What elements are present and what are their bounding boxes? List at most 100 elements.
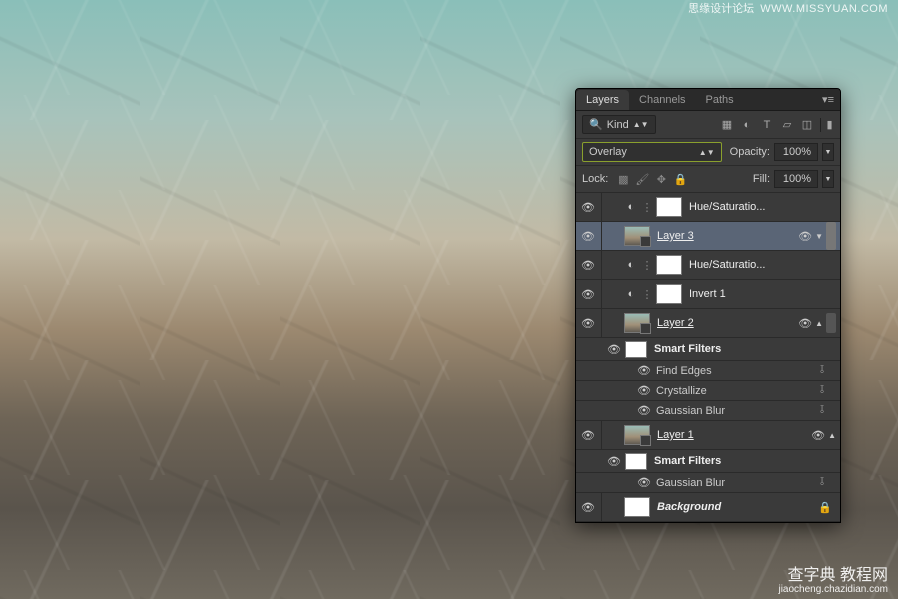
smart-filter-mask-thumb[interactable] <box>625 453 647 470</box>
tab-paths[interactable]: Paths <box>696 90 744 110</box>
layer-row[interactable]: 👁 ◐ ⋮ Hue/Saturatio... <box>576 251 840 280</box>
watermark-bottom-right: 查字典 教程网 jiaocheng.chazidian.com <box>778 568 888 595</box>
layer-thumb[interactable] <box>624 497 650 517</box>
visibility-toggle-icon[interactable]: 👁 <box>580 429 596 442</box>
scrollbar-track[interactable] <box>826 313 836 333</box>
mask-link-icon[interactable]: ⋮ <box>641 200 653 214</box>
layer-row[interactable]: 👁 Layer 3 👁▼ <box>576 222 840 251</box>
smart-filters-row[interactable]: 👁 Smart Filters <box>576 450 840 473</box>
adjustment-icon: ◐ <box>624 287 638 301</box>
fx-expand-icon[interactable]: ▲ <box>815 319 823 328</box>
filter-icons: ▦ ◐ T ▱ ◫ ▮ <box>720 118 834 132</box>
opacity-label: Opacity: <box>730 146 770 158</box>
layer-name[interactable]: Layer 2 <box>657 317 694 329</box>
visibility-toggle-icon[interactable]: 👁 <box>580 501 596 514</box>
smart-filters-label: Smart Filters <box>654 343 721 355</box>
visibility-toggle-icon[interactable]: 👁 <box>636 404 652 417</box>
smart-filters-row[interactable]: 👁 Smart Filters <box>576 338 840 361</box>
visibility-toggle-icon[interactable]: 👁 <box>580 259 596 272</box>
filter-edit-icon[interactable]: ⫱ <box>820 384 834 397</box>
filter-adjustment-icon[interactable]: ◐ <box>740 118 754 132</box>
filter-smart-icon[interactable]: ◫ <box>800 118 814 132</box>
adjustment-icon: ◐ <box>624 200 638 214</box>
visibility-toggle-icon[interactable]: 👁 <box>606 343 622 356</box>
filter-entry[interactable]: 👁 Gaussian Blur ⫱ <box>576 473 840 493</box>
panel-menu-icon[interactable]: ▾≡ <box>816 93 840 106</box>
dropdown-arrows-icon: ▲▼ <box>699 148 715 157</box>
filter-pixel-icon[interactable]: ▦ <box>720 118 734 132</box>
blend-mode-value: Overlay <box>589 146 627 158</box>
fill-label: Fill: <box>753 173 770 185</box>
adjustment-icon: ◐ <box>624 258 638 272</box>
filter-name: Crystallize <box>656 385 707 397</box>
visibility-toggle-icon[interactable]: 👁 <box>636 384 652 397</box>
lock-icon: 🔒 <box>818 501 832 514</box>
filter-shape-icon[interactable]: ▱ <box>780 118 794 132</box>
filter-entry[interactable]: 👁 Find Edges ⫱ <box>576 361 840 381</box>
visibility-toggle-icon[interactable]: 👁 <box>580 317 596 330</box>
layers-list: 👁 ◐ ⋮ Hue/Saturatio... 👁 Layer 3 👁▼ 👁 ◐ … <box>576 193 840 522</box>
tab-channels[interactable]: Channels <box>629 90 695 110</box>
search-icon: 🔍 <box>589 118 603 131</box>
fx-expand-icon[interactable]: ▲ <box>828 431 836 440</box>
layer-row[interactable]: 👁 Background 🔒 <box>576 493 840 522</box>
opacity-input[interactable]: 100% <box>774 143 818 161</box>
fill-stepper[interactable]: ▼ <box>822 170 834 188</box>
lock-pixels-icon[interactable]: 🖌 <box>635 172 649 186</box>
layer-mask-thumb[interactable] <box>656 197 682 217</box>
layer-name[interactable]: Layer 3 <box>657 230 694 242</box>
mask-link-icon[interactable]: ⋮ <box>641 287 653 301</box>
layer-row[interactable]: 👁 ◐ ⋮ Invert 1 <box>576 280 840 309</box>
opacity-stepper[interactable]: ▼ <box>822 143 834 161</box>
panel-tabs: Layers Channels Paths ▾≡ <box>576 89 840 111</box>
layer-row[interactable]: 👁 Layer 2 👁▲ <box>576 309 840 338</box>
fx-visibility-icon[interactable]: 👁 <box>811 429 825 442</box>
filter-type-icon[interactable]: T <box>760 118 774 132</box>
filter-edit-icon[interactable]: ⫱ <box>820 476 834 489</box>
filter-entry[interactable]: 👁 Gaussian Blur ⫱ <box>576 401 840 421</box>
layer-mask-thumb[interactable] <box>656 255 682 275</box>
lock-row: Lock: ▩ 🖌 ✥ 🔒 Fill: 100% ▼ <box>576 166 840 193</box>
fx-expand-icon[interactable]: ▼ <box>815 232 823 241</box>
fx-visibility-icon[interactable]: 👁 <box>798 317 812 330</box>
filter-edit-icon[interactable]: ⫱ <box>820 404 834 417</box>
layers-panel: Layers Channels Paths ▾≡ 🔍 Kind ▲▼ ▦ ◐ T… <box>575 88 841 523</box>
tab-layers[interactable]: Layers <box>576 90 629 110</box>
filter-name: Find Edges <box>656 365 712 377</box>
watermark-top-right: 思缘设计论坛 WWW.MISSYUAN.COM <box>688 4 888 15</box>
layer-name[interactable]: Hue/Saturatio... <box>689 259 765 271</box>
visibility-toggle-icon[interactable]: 👁 <box>636 476 652 489</box>
visibility-toggle-icon[interactable]: 👁 <box>636 364 652 377</box>
layer-name[interactable]: Background <box>657 501 721 513</box>
smart-filters-label: Smart Filters <box>654 455 721 467</box>
layer-name[interactable]: Invert 1 <box>689 288 726 300</box>
visibility-toggle-icon[interactable]: 👁 <box>606 455 622 468</box>
layer-thumb[interactable] <box>624 226 650 246</box>
mask-link-icon[interactable]: ⋮ <box>641 258 653 272</box>
filter-name: Gaussian Blur <box>656 477 725 489</box>
lock-transparent-icon[interactable]: ▩ <box>616 172 630 186</box>
visibility-toggle-icon[interactable]: 👁 <box>580 230 596 243</box>
visibility-toggle-icon[interactable]: 👁 <box>580 288 596 301</box>
filter-edit-icon[interactable]: ⫱ <box>820 364 834 377</box>
visibility-toggle-icon[interactable]: 👁 <box>580 201 596 214</box>
layer-thumb[interactable] <box>624 425 650 445</box>
scrollbar-thumb[interactable] <box>826 222 836 250</box>
blend-row: Overlay ▲▼ Opacity: 100% ▼ <box>576 139 840 166</box>
blend-mode-dropdown[interactable]: Overlay ▲▼ <box>582 142 722 162</box>
filter-toggle-icon[interactable]: ▮ <box>820 118 834 132</box>
layer-mask-thumb[interactable] <box>656 284 682 304</box>
layer-row[interactable]: 👁 ◐ ⋮ Hue/Saturatio... <box>576 193 840 222</box>
filter-entry[interactable]: 👁 Crystallize ⫱ <box>576 381 840 401</box>
dropdown-arrows-icon: ▲▼ <box>633 120 649 129</box>
layer-name[interactable]: Hue/Saturatio... <box>689 201 765 213</box>
lock-all-icon[interactable]: 🔒 <box>673 172 687 186</box>
fx-visibility-icon[interactable]: 👁 <box>798 230 812 243</box>
fill-input[interactable]: 100% <box>774 170 818 188</box>
filter-kind-dropdown[interactable]: 🔍 Kind ▲▼ <box>582 115 656 134</box>
layer-name[interactable]: Layer 1 <box>657 429 694 441</box>
layer-row[interactable]: 👁 Layer 1 👁▲ <box>576 421 840 450</box>
smart-filter-mask-thumb[interactable] <box>625 341 647 358</box>
layer-thumb[interactable] <box>624 313 650 333</box>
lock-position-icon[interactable]: ✥ <box>654 172 668 186</box>
